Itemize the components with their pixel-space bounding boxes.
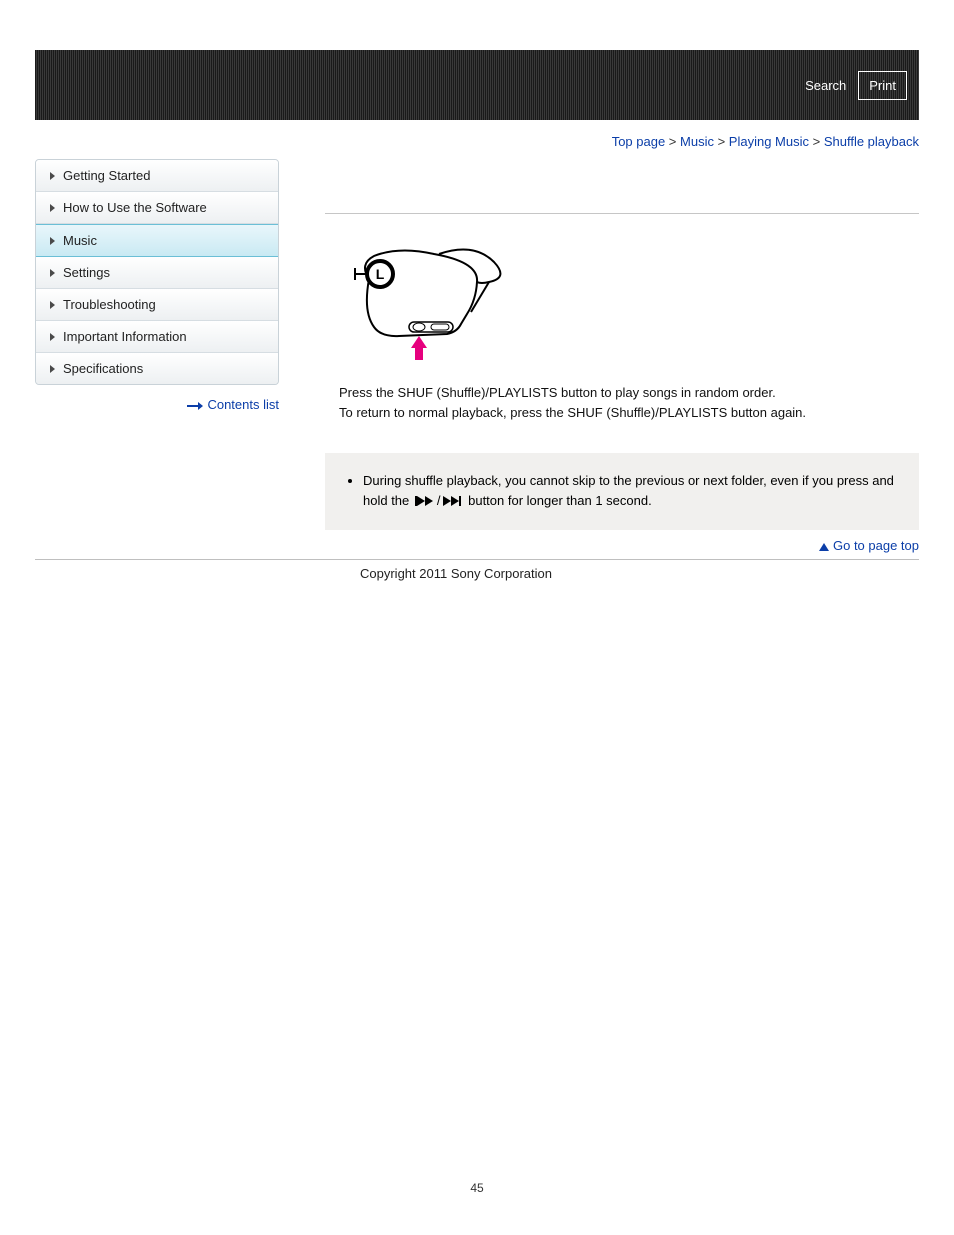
caret-right-icon — [50, 204, 55, 212]
caret-right-icon — [50, 301, 55, 309]
breadcrumb-sep: > — [809, 134, 824, 149]
sidebar-item-troubleshooting[interactable]: Troubleshooting — [36, 289, 278, 321]
search-link[interactable]: Search — [805, 78, 846, 93]
contents-list-row: Contents list — [35, 397, 279, 413]
page-number: 45 — [0, 611, 954, 1195]
sidebar-item-how-to-use-software[interactable]: How to Use the Software — [36, 192, 278, 224]
sidebar-nav: Getting Started How to Use the Software … — [35, 159, 279, 385]
arrow-right-icon — [187, 398, 203, 413]
sidebar-item-specifications[interactable]: Specifications — [36, 353, 278, 384]
pointer-arrow-icon — [411, 336, 427, 360]
sidebar-item-label: Music — [63, 233, 97, 248]
slash-separator: / — [437, 493, 441, 508]
caret-right-icon — [50, 269, 55, 277]
note-box: During shuffle playback, you cannot skip… — [325, 453, 919, 530]
contents-list-link[interactable]: Contents list — [207, 397, 279, 412]
sidebar-item-label: Troubleshooting — [63, 297, 156, 312]
sidebar-item-important-information[interactable]: Important Information — [36, 321, 278, 353]
breadcrumb-link-playing-music[interactable]: Playing Music — [729, 134, 809, 149]
left-earbud-label: L — [376, 266, 385, 282]
caret-right-icon — [50, 172, 55, 180]
sidebar-item-music[interactable]: Music — [36, 224, 278, 257]
breadcrumb-sep: > — [714, 134, 729, 149]
breadcrumb: Top page > Music > Playing Music > Shuff… — [35, 134, 919, 149]
sidebar-item-label: Getting Started — [63, 168, 150, 183]
sidebar-item-label: Settings — [63, 265, 110, 280]
go-to-top-row: Go to page top — [325, 538, 919, 553]
breadcrumb-sep: > — [665, 134, 680, 149]
copyright-text: Copyright 2011 Sony Corporation — [360, 566, 919, 581]
header-bar: Search Print — [35, 50, 919, 120]
instruction-line-1: Press the SHUF (Shuffle)/PLAYLISTS butto… — [339, 383, 919, 403]
breadcrumb-link-top[interactable]: Top page — [612, 134, 666, 149]
footer-divider — [35, 559, 919, 560]
sidebar-item-label: Important Information — [63, 329, 187, 344]
up-triangle-icon — [819, 543, 829, 551]
divider — [325, 213, 919, 214]
main-content: L Press the SHUF (Shuffle)/PLAYLISTS but… — [279, 159, 919, 557]
caret-right-icon — [50, 333, 55, 341]
caret-right-icon — [50, 365, 55, 373]
note-item: During shuffle playback, you cannot skip… — [363, 471, 899, 512]
go-to-page-top-link[interactable]: Go to page top — [833, 538, 919, 553]
instruction-line-2: To return to normal playback, press the … — [339, 403, 919, 423]
breadcrumb-link-music[interactable]: Music — [680, 134, 714, 149]
sidebar-item-getting-started[interactable]: Getting Started — [36, 160, 278, 192]
caret-right-icon — [50, 237, 55, 245]
sidebar-item-label: Specifications — [63, 361, 143, 376]
sidebar-item-settings[interactable]: Settings — [36, 257, 278, 289]
prev-track-icon — [415, 492, 435, 512]
device-illustration: L — [339, 244, 919, 365]
print-button[interactable]: Print — [858, 71, 907, 100]
breadcrumb-current[interactable]: Shuffle playback — [824, 134, 919, 149]
note-text-suffix: button for longer than 1 second. — [465, 493, 652, 508]
sidebar-item-label: How to Use the Software — [63, 200, 207, 215]
next-track-icon — [443, 492, 463, 512]
